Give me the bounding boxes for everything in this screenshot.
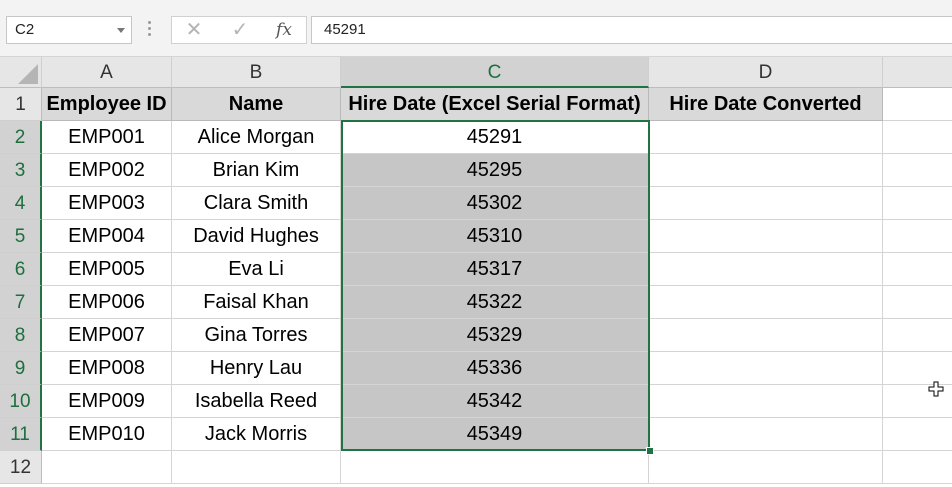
table-cell[interactable] (649, 121, 883, 154)
name-box[interactable]: C2 (6, 16, 132, 44)
empty-cell[interactable] (883, 451, 952, 484)
row-header-7[interactable]: 7 (0, 286, 42, 319)
empty-cell[interactable] (649, 451, 883, 484)
empty-cell[interactable] (883, 319, 952, 352)
table-cell[interactable]: EMP009 (42, 385, 172, 418)
select-all-button[interactable] (0, 57, 42, 88)
formula-buttons: ✕ ✓ fx (171, 16, 307, 44)
table-cell[interactable]: Isabella Reed (172, 385, 341, 418)
row-header-8[interactable]: 8 (0, 319, 42, 352)
table-cell[interactable]: Brian Kim (172, 154, 341, 187)
enter-icon[interactable]: ✓ (222, 17, 258, 43)
table-cell[interactable] (649, 352, 883, 385)
hire-date-cell[interactable]: 45302 (341, 187, 649, 220)
table-cell[interactable]: Eva Li (172, 253, 341, 286)
row-header-10[interactable]: 10 (0, 385, 42, 418)
table-cell[interactable] (649, 220, 883, 253)
header-cell[interactable]: Name (172, 88, 341, 121)
hire-date-cell[interactable]: 45349 (341, 418, 649, 451)
hire-date-cell[interactable]: 45322 (341, 286, 649, 319)
table-cell[interactable]: Jack Morris (172, 418, 341, 451)
table-cell[interactable]: EMP006 (42, 286, 172, 319)
hire-date-cell[interactable]: 45291 (341, 121, 649, 154)
table-cell[interactable]: EMP010 (42, 418, 172, 451)
row-header-2[interactable]: 2 (0, 121, 42, 154)
table-cell[interactable]: Clara Smith (172, 187, 341, 220)
table-cell[interactable]: David Hughes (172, 220, 341, 253)
row-header-4[interactable]: 4 (0, 187, 42, 220)
move-cross-cursor-icon (928, 381, 944, 397)
table-cell[interactable] (649, 385, 883, 418)
header-cell[interactable]: Hire Date (Excel Serial Format) (341, 88, 649, 121)
table-cell[interactable]: Gina Torres (172, 319, 341, 352)
row-header-9[interactable]: 9 (0, 352, 42, 385)
row-header-5[interactable]: 5 (0, 220, 42, 253)
empty-cell[interactable] (172, 451, 341, 484)
empty-cell[interactable] (883, 220, 952, 253)
header-cell[interactable]: Hire Date Converted (649, 88, 883, 121)
formula-value: 45291 (324, 21, 366, 38)
row-header-3[interactable]: 3 (0, 154, 42, 187)
table-cell[interactable] (649, 154, 883, 187)
table-cell[interactable] (649, 187, 883, 220)
row-header-12[interactable]: 12 (0, 451, 42, 484)
table-cell[interactable]: EMP004 (42, 220, 172, 253)
empty-cell[interactable] (883, 187, 952, 220)
column-header-d[interactable]: D (649, 57, 883, 88)
table-cell[interactable]: EMP008 (42, 352, 172, 385)
empty-cell[interactable] (883, 418, 952, 451)
hire-date-cell[interactable]: 45329 (341, 319, 649, 352)
table-cell[interactable]: Alice Morgan (172, 121, 341, 154)
column-header-c[interactable]: C (341, 57, 649, 88)
table-cell[interactable] (649, 253, 883, 286)
table-cell[interactable]: Faisal Khan (172, 286, 341, 319)
insert-function-icon[interactable]: fx (266, 17, 302, 43)
table-cell[interactable]: Henry Lau (172, 352, 341, 385)
empty-cell[interactable] (883, 88, 952, 121)
empty-cell[interactable] (883, 253, 952, 286)
column-header-e[interactable] (883, 57, 952, 88)
table-cell[interactable]: EMP007 (42, 319, 172, 352)
hire-date-cell[interactable]: 45310 (341, 220, 649, 253)
hire-date-cell[interactable]: 45295 (341, 154, 649, 187)
table-cell[interactable]: EMP003 (42, 187, 172, 220)
empty-cell[interactable] (883, 154, 952, 187)
grip-dots-icon[interactable] (148, 21, 152, 39)
column-header-b[interactable]: B (172, 57, 341, 88)
formula-input[interactable]: 45291 (311, 16, 952, 44)
empty-cell[interactable] (42, 451, 172, 484)
name-box-value: C2 (15, 21, 35, 38)
empty-cell[interactable] (883, 286, 952, 319)
table-cell[interactable]: EMP002 (42, 154, 172, 187)
chevron-down-icon[interactable] (117, 28, 125, 33)
table-cell[interactable] (649, 286, 883, 319)
empty-cell[interactable] (883, 121, 952, 154)
header-cell[interactable]: Employee ID (42, 88, 172, 121)
hire-date-cell[interactable]: 45336 (341, 352, 649, 385)
row-header-6[interactable]: 6 (0, 253, 42, 286)
table-cell[interactable]: EMP005 (42, 253, 172, 286)
hire-date-cell[interactable]: 45342 (341, 385, 649, 418)
cancel-icon[interactable]: ✕ (176, 17, 212, 43)
empty-cell[interactable] (341, 451, 649, 484)
fill-handle[interactable] (646, 447, 654, 455)
table-cell[interactable]: EMP001 (42, 121, 172, 154)
row-header-11[interactable]: 11 (0, 418, 42, 451)
table-cell[interactable] (649, 319, 883, 352)
column-header-a[interactable]: A (42, 57, 172, 88)
table-cell[interactable] (649, 418, 883, 451)
formula-bar: C2 ✕ ✓ fx 45291 (0, 0, 952, 57)
row-header-1[interactable]: 1 (0, 88, 42, 121)
hire-date-cell[interactable]: 45317 (341, 253, 649, 286)
